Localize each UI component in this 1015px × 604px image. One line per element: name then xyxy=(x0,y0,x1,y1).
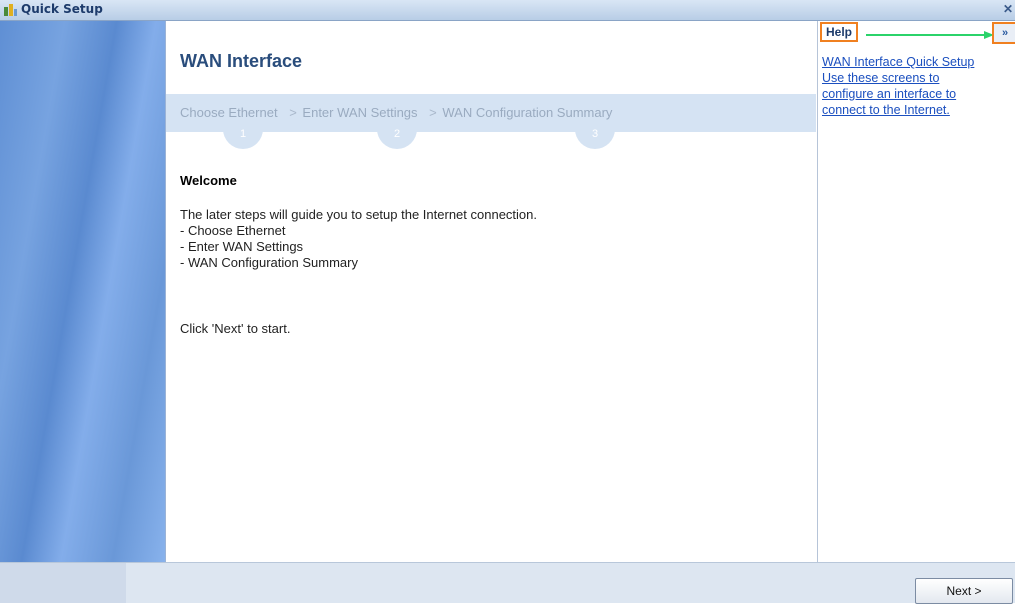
step-progress: Choose Ethernet > Enter WAN Settings > W… xyxy=(166,94,816,132)
list-item: - WAN Configuration Summary xyxy=(180,255,358,270)
step-3-label: WAN Configuration Summary xyxy=(442,105,613,120)
step-2-label: Enter WAN Settings xyxy=(302,105,418,120)
step-1-number: 1 xyxy=(223,127,263,149)
main-content: WAN Interface Choose Ethernet > Enter WA… xyxy=(166,21,816,562)
step-separator: > xyxy=(289,105,297,120)
quick-setup-icon xyxy=(4,4,17,16)
step-3-number: 3 xyxy=(575,127,615,149)
side-decoration xyxy=(0,21,166,562)
list-item: - Enter WAN Settings xyxy=(180,239,304,254)
help-title: Help xyxy=(820,22,859,42)
help-link-title[interactable]: WAN Interface Quick Setup xyxy=(822,55,974,69)
footer-left-decoration xyxy=(0,563,126,603)
next-button[interactable]: Next > xyxy=(915,578,1013,604)
help-link[interactable]: Use these screens to xyxy=(822,71,939,85)
close-icon[interactable]: ✕ xyxy=(1003,2,1015,17)
arrow-right-icon xyxy=(866,31,994,39)
footer-bar: Next > xyxy=(0,562,1015,604)
intro-text: The later steps will guide you to setup … xyxy=(180,207,537,222)
collapse-help-button[interactable]: » xyxy=(992,22,1015,44)
help-panel: Help » WAN Interface Quick Setup Use the… xyxy=(817,21,1015,562)
step-1-label: Choose Ethernet xyxy=(180,105,278,120)
help-link[interactable]: connect to the Internet. xyxy=(822,103,950,117)
page-title: WAN Interface xyxy=(180,51,303,71)
step-2-number: 2 xyxy=(377,127,417,149)
start-instruction: Click 'Next' to start. xyxy=(180,321,291,336)
double-chevron-right-icon: » xyxy=(1001,27,1009,39)
list-item: - Choose Ethernet xyxy=(180,223,286,238)
window-title: Quick Setup xyxy=(21,2,103,16)
welcome-heading: Welcome xyxy=(180,173,237,188)
step-separator: > xyxy=(429,105,437,120)
help-link[interactable]: configure an interface to xyxy=(822,87,956,101)
title-bar: Quick Setup ✕ xyxy=(0,0,1015,21)
